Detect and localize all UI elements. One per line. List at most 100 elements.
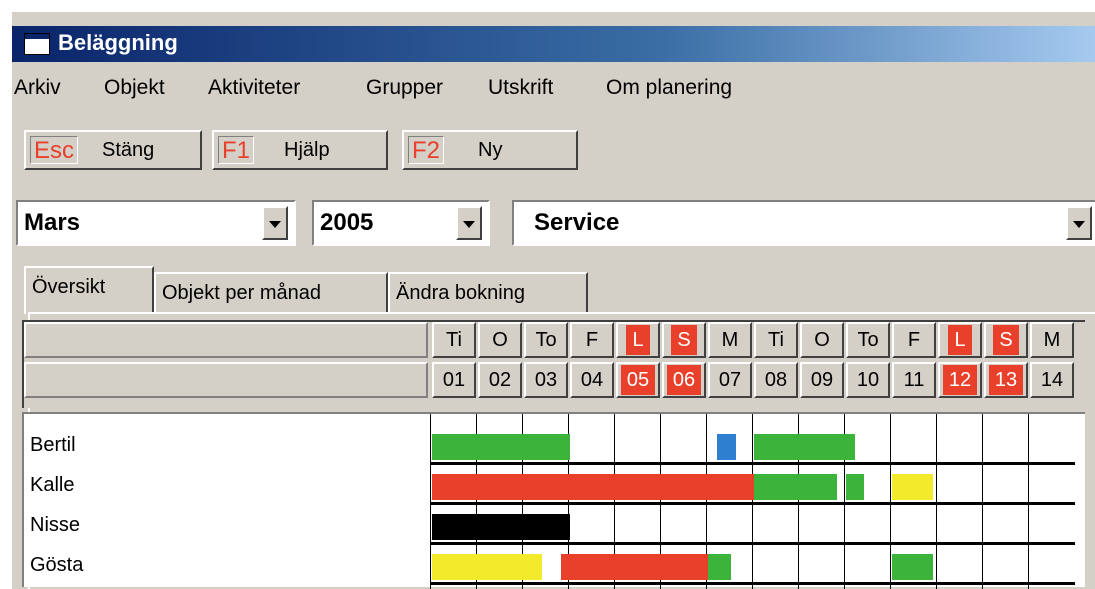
booking-bar[interactable]	[560, 554, 708, 580]
weekday-cell: F	[892, 322, 936, 358]
calendar-header: Ti 01 O 02 To 03 F 04 L 05 S 06 M 07 Ti 08 O 09 To 10 F 11 L 12…	[22, 320, 1085, 408]
f1-key-label: F1	[218, 136, 255, 164]
booking-bar[interactable]	[892, 474, 934, 500]
tab-oversikt[interactable]: Översikt	[24, 266, 154, 314]
weekday-cell-label: Ti	[446, 329, 462, 351]
weekday-cell-label: O	[492, 329, 508, 351]
date-cell: 08	[754, 362, 798, 398]
close-button-label: Stäng	[102, 139, 155, 161]
date-cell-label: 13	[988, 365, 1024, 395]
weekday-cell: Ti	[432, 322, 476, 358]
weekday-cell-label: S	[993, 325, 1019, 355]
date-cell: 04	[570, 362, 614, 398]
window-title: Beläggning	[58, 30, 178, 55]
menu-objekt[interactable]: Objekt	[104, 76, 165, 100]
date-cell-label: 07	[718, 369, 742, 391]
weekday-cell-label: S	[671, 325, 697, 355]
date-cell: 12	[938, 362, 982, 398]
weekday-cell-label: Ti	[768, 329, 784, 351]
chevron-down-icon[interactable]	[456, 206, 482, 240]
date-cell-label: 08	[764, 369, 788, 391]
weekday-cell: L	[616, 322, 660, 358]
date-cell: 11	[892, 362, 936, 398]
booking-bar[interactable]	[846, 474, 865, 500]
booking-bar[interactable]	[892, 554, 934, 580]
weekday-cell: O	[800, 322, 844, 358]
booking-bar[interactable]	[432, 474, 754, 500]
weekday-cell: M	[1030, 322, 1074, 358]
close-button[interactable]: Esc Stäng	[24, 130, 202, 170]
weekday-cell: Ti	[754, 322, 798, 358]
chevron-down-icon[interactable]	[1066, 206, 1092, 240]
weekday-cell-label: M	[721, 329, 739, 351]
date-cell-label: 06	[666, 365, 702, 395]
resource-name[interactable]: Bertil	[30, 434, 76, 457]
group-select[interactable]: Service	[512, 200, 1095, 246]
resource-name[interactable]: Gösta	[30, 554, 83, 577]
help-button[interactable]: F1 Hjälp	[212, 130, 388, 170]
booking-bar[interactable]	[432, 434, 570, 460]
weekday-cell: S	[984, 322, 1028, 358]
help-button-label: Hjälp	[284, 139, 330, 161]
date-cell-label: 01	[442, 369, 466, 391]
weekday-cell: To	[846, 322, 890, 358]
booking-bar[interactable]	[754, 434, 856, 460]
booking-grid[interactable]: Bertil Kalle Nisse Gösta	[22, 412, 1085, 589]
month-select[interactable]: Mars	[16, 200, 296, 246]
date-cell: 02	[478, 362, 522, 398]
menu-arkiv[interactable]: Arkiv	[14, 76, 61, 100]
date-cell-label: 11	[903, 369, 925, 391]
date-cell-label: 04	[580, 369, 604, 391]
date-cell-label: 09	[810, 369, 834, 391]
date-cell-label: 05	[620, 365, 656, 395]
booking-bar[interactable]	[432, 554, 543, 580]
date-cell-label: 10	[856, 369, 880, 391]
date-cell: 10	[846, 362, 890, 398]
month-value: Mars	[24, 209, 81, 236]
booking-bar[interactable]	[754, 474, 837, 500]
weekday-cell-label: M	[1043, 329, 1061, 351]
row-separator	[430, 582, 1075, 585]
resource-name[interactable]: Kalle	[30, 474, 74, 497]
tab-objekt-per-manad[interactable]: Objekt per månad	[154, 272, 388, 312]
esc-key-label: Esc	[30, 136, 79, 164]
row-separator	[430, 542, 1075, 545]
booking-bar[interactable]	[708, 554, 731, 580]
date-cell: 05	[616, 362, 660, 398]
menu-utskrift[interactable]: Utskrift	[488, 76, 553, 100]
resource-name[interactable]: Nisse	[30, 514, 80, 537]
date-cell: 14	[1030, 362, 1074, 398]
tab-andra-bokning[interactable]: Ändra bokning	[388, 272, 588, 312]
date-cell: 03	[524, 362, 568, 398]
weekday-cell: F	[570, 322, 614, 358]
group-value: Service	[534, 209, 620, 236]
booking-bar[interactable]	[432, 514, 570, 540]
menu-om-planering[interactable]: Om planering	[606, 76, 732, 100]
menu-grupper[interactable]: Grupper	[366, 76, 443, 100]
year-select[interactable]: 2005	[312, 200, 490, 246]
weekday-cell: M	[708, 322, 752, 358]
weekday-cell: O	[478, 322, 522, 358]
new-button-label: Ny	[478, 139, 503, 161]
toolbar: Esc Stäng F1 Hjälp F2 Ny	[12, 116, 1095, 178]
weekday-cell-label: L	[626, 325, 650, 355]
weekday-cell: S	[662, 322, 706, 358]
date-cell: 09	[800, 362, 844, 398]
weekday-cell: To	[524, 322, 568, 358]
row-separator	[430, 502, 1075, 505]
date-cell: 01	[432, 362, 476, 398]
weekday-cell-label: O	[814, 329, 830, 351]
year-value: 2005	[320, 209, 374, 236]
booking-bar[interactable]	[717, 434, 736, 460]
date-cell-label: 14	[1040, 369, 1064, 391]
title-bar[interactable]: Beläggning	[12, 26, 1095, 62]
date-cell-label: 12	[942, 365, 978, 395]
date-cell-label: 02	[488, 369, 512, 391]
chevron-down-icon[interactable]	[262, 206, 288, 240]
date-cell: 06	[662, 362, 706, 398]
weekday-cell-label: L	[948, 325, 972, 355]
new-button[interactable]: F2 Ny	[402, 130, 578, 170]
menu-aktiviteter[interactable]: Aktiviteter	[208, 76, 300, 100]
date-cell: 13	[984, 362, 1028, 398]
row-separator	[430, 462, 1075, 465]
